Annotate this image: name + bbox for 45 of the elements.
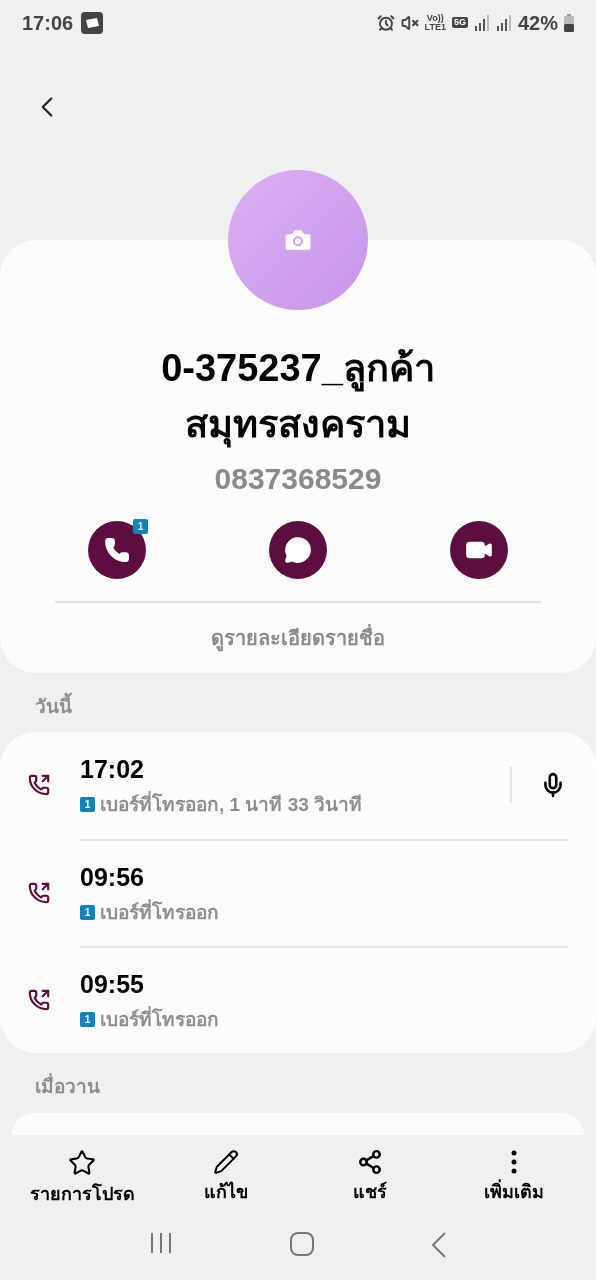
- network-badge: 5G: [451, 16, 468, 29]
- battery-icon: [564, 13, 574, 32]
- call-description: เบอร์ที่โทรออก: [100, 898, 219, 925]
- status-time: 17:06: [22, 10, 74, 36]
- call-time: 09:56: [80, 862, 145, 893]
- chat-bubble-icon: [284, 536, 312, 564]
- sim-badge: 1: [133, 519, 148, 534]
- phone-icon: [104, 537, 130, 563]
- bottom-action[interactable]: แชร์: [310, 1149, 430, 1208]
- sim-badge: 1: [80, 905, 95, 921]
- contact-name: 0-375237_ลูกค้า: [161, 340, 435, 396]
- app-notification-icon: [81, 11, 104, 34]
- sim-badge: 1: [80, 797, 95, 813]
- outgoing-call-icon: [28, 774, 50, 796]
- alarm-icon: [376, 13, 395, 32]
- lte-label: LTE1: [424, 22, 446, 32]
- mute-icon: [400, 13, 419, 32]
- bottom-action[interactable]: แก้ไข: [166, 1149, 286, 1208]
- outgoing-call-icon: [28, 882, 50, 904]
- section-heading: วันนี้: [0, 673, 596, 732]
- call-description: เบอร์ที่โทรออก, 1 นาที 33 วินาที: [100, 790, 363, 817]
- sim-badge: 1: [80, 1012, 95, 1028]
- battery-percent: 42%: [517, 10, 558, 36]
- phone-number: 0837368529: [214, 461, 382, 497]
- section-heading: เมื่อวาน: [34, 1072, 101, 1099]
- bottom-action[interactable]: รายการโปรด: [22, 1149, 142, 1208]
- share-icon: [357, 1149, 383, 1175]
- video-call-button[interactable]: [450, 521, 508, 579]
- call-time: 17:02: [80, 754, 145, 785]
- home-icon[interactable]: [290, 1232, 314, 1256]
- outgoing-call-icon: [28, 989, 50, 1011]
- back-icon[interactable]: [431, 1232, 448, 1258]
- call-button[interactable]: 1: [88, 521, 146, 579]
- more-icon: [511, 1150, 517, 1174]
- bottom-action[interactable]: เพิ่มเติม: [454, 1149, 574, 1208]
- signal-icon: [495, 13, 512, 32]
- recent-apps-icon[interactable]: [148, 1232, 173, 1254]
- contact-name: สมุทรสงคราม: [185, 396, 411, 452]
- message-button[interactable]: [269, 521, 327, 579]
- call-description: เบอร์ที่โทรออก: [100, 1005, 219, 1032]
- volte-label: Vo)): [426, 13, 444, 23]
- call-time: 09:55: [80, 969, 145, 1000]
- signal-icon: [473, 13, 490, 32]
- pencil-icon: [213, 1149, 239, 1175]
- star-icon: [68, 1149, 96, 1177]
